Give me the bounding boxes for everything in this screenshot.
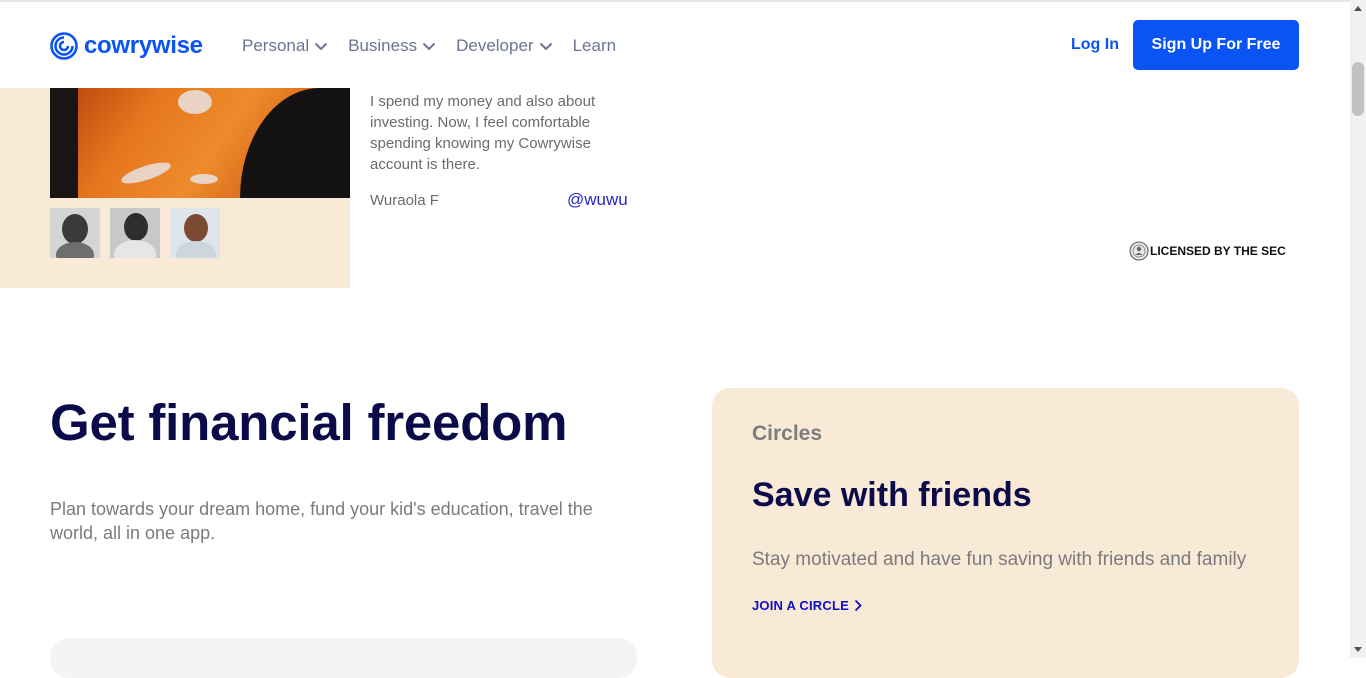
testimonial-thumbnail[interactable]	[50, 208, 100, 258]
nav-developer[interactable]: Developer	[456, 36, 553, 56]
card-title: Save with friends	[752, 476, 1032, 514]
testimonial-author: Wuraola F	[370, 192, 439, 209]
chevron-down-icon	[539, 42, 553, 51]
sec-license-text: LICENSED BY THE SEC	[1150, 244, 1286, 258]
feature-card-placeholder	[50, 638, 637, 678]
testimonial-handle-link[interactable]: @wuwu	[567, 190, 628, 210]
nav-personal[interactable]: Personal	[242, 36, 328, 56]
testimonial-thumbnails	[50, 208, 230, 258]
cowrywise-logo[interactable]: cowrywise	[50, 32, 203, 60]
chevron-down-icon	[314, 42, 328, 51]
nav-personal-label: Personal	[242, 36, 310, 55]
main-nav: Personal Business Developer Learn	[242, 36, 636, 56]
testimonial-thumbnail[interactable]	[110, 208, 160, 258]
chevron-down-icon	[422, 42, 436, 51]
join-circle-link[interactable]: JOIN A CIRCLE	[752, 598, 862, 613]
join-circle-label: JOIN A CIRCLE	[752, 598, 849, 613]
nav-business[interactable]: Business	[348, 36, 436, 56]
site-header: cowrywise Personal Business Developer Le…	[0, 2, 1350, 88]
signup-button[interactable]: Sign Up For Free	[1133, 20, 1299, 70]
section-title: Get financial freedom	[50, 394, 568, 451]
login-link[interactable]: Log In	[1071, 36, 1119, 54]
card-eyebrow: Circles	[752, 422, 823, 445]
section-lead: Plan towards your dream home, fund your …	[50, 499, 593, 543]
nav-learn[interactable]: Learn	[573, 36, 616, 56]
scroll-up-arrow-icon[interactable]	[1350, 0, 1366, 16]
nav-business-label: Business	[348, 36, 418, 55]
testimonial-photo	[50, 88, 350, 198]
circles-card: Circles Save with friends Stay motivated…	[712, 388, 1299, 678]
sec-license-badge: LICENSED BY THE SEC	[1129, 241, 1286, 261]
nav-developer-label: Developer	[456, 36, 534, 55]
sec-seal-icon	[1129, 241, 1149, 261]
nav-learn-label: Learn	[572, 36, 617, 55]
scrollbar-thumb[interactable]	[1352, 62, 1364, 116]
card-description: Stay motivated and have fun saving with …	[752, 549, 1247, 570]
chevron-right-icon	[854, 599, 862, 612]
scroll-down-arrow-icon[interactable]	[1350, 642, 1366, 658]
testimonial-thumbnail[interactable]	[170, 208, 220, 258]
logo-text: cowrywise	[84, 32, 203, 59]
cowrywise-logo-icon	[50, 32, 78, 60]
testimonial-quote: I spend my money and also about investin…	[370, 93, 596, 173]
